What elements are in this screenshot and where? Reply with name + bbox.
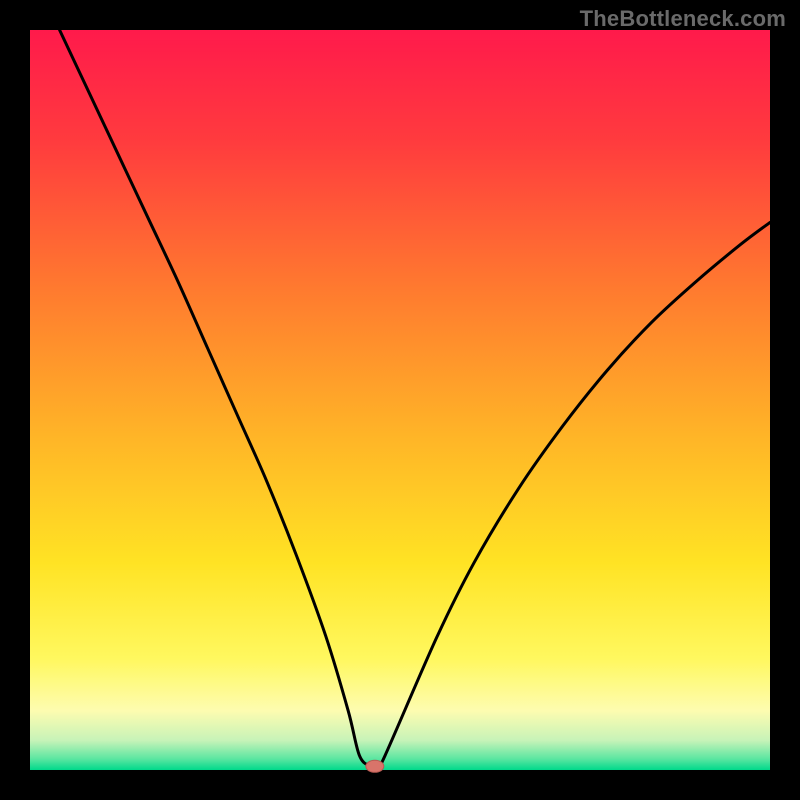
bottleneck-chart (0, 0, 800, 800)
plot-background (30, 30, 770, 770)
chart-frame: TheBottleneck.com (0, 0, 800, 800)
watermark-text: TheBottleneck.com (580, 6, 786, 32)
optimal-point-marker (366, 760, 384, 772)
